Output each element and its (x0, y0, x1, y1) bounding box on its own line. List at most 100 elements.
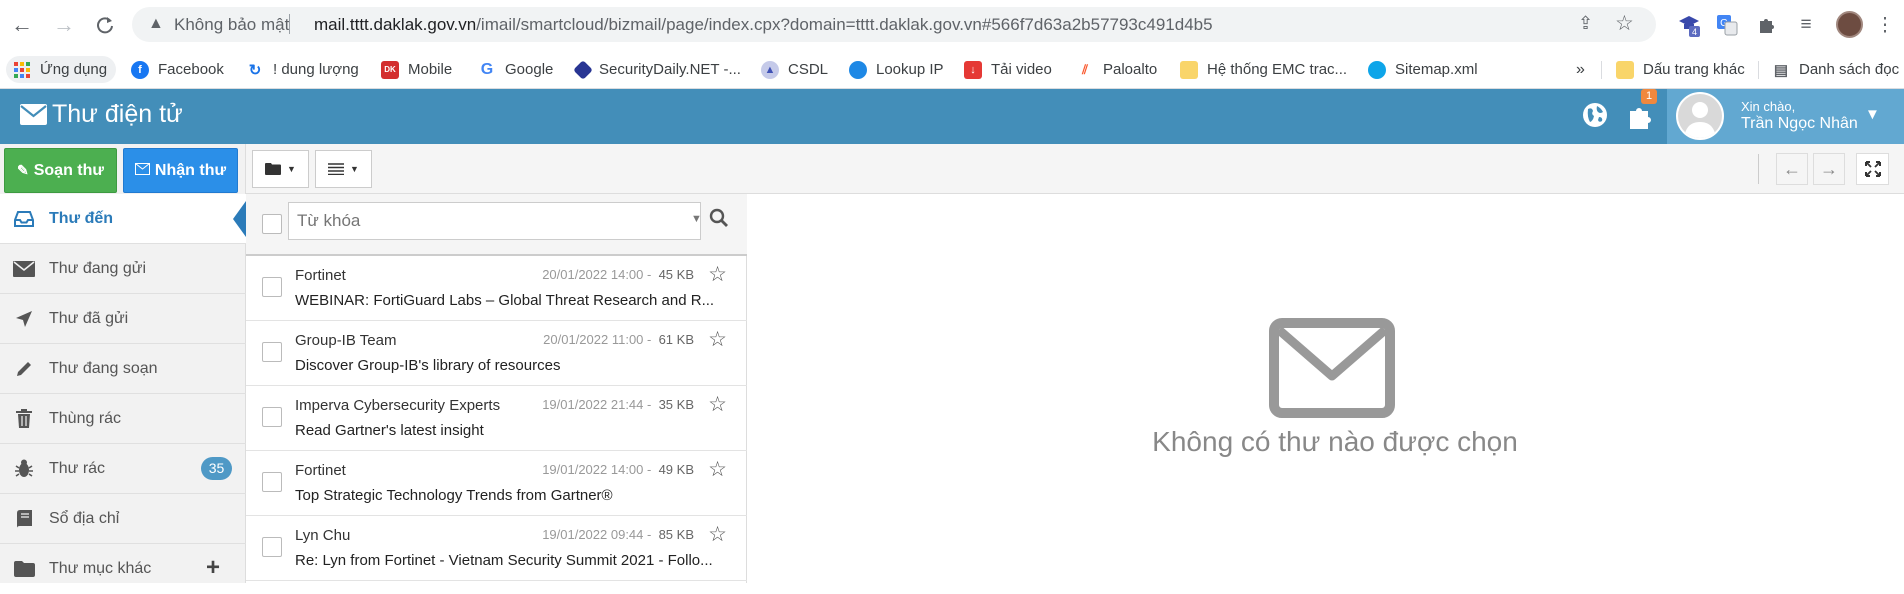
warning-triangle-icon[interactable]: ▲ (148, 15, 164, 33)
download-icon: ↓ (964, 60, 982, 79)
inbox-icon (12, 210, 36, 227)
search-input[interactable] (288, 202, 701, 240)
pencil-icon (12, 360, 36, 378)
folder-icon (265, 163, 282, 175)
plugin-puzzle-icon[interactable] (1627, 102, 1657, 132)
star-icon[interactable]: ☆ (708, 262, 727, 287)
list-view-dropdown-button[interactable]: ▼ (315, 150, 372, 188)
bookmark-emc[interactable]: Hệ thống EMC trac... (1180, 56, 1347, 83)
bookmark-mobile[interactable]: DK Mobile (381, 56, 452, 83)
edit-icon: ✎ (17, 162, 29, 178)
email-row[interactable]: Fortinet 19/01/2022 14:00 - 49 KB ☆ Top … (246, 451, 747, 516)
search-options-caret-icon[interactable]: ▼ (691, 213, 702, 225)
csdl-icon: ▲ (761, 60, 779, 79)
forward-arrow-icon[interactable]: → (51, 12, 77, 38)
bookmark-tai-video[interactable]: ↓ Tải video (964, 56, 1052, 83)
email-row[interactable]: Group-IB Team 20/01/2022 11:00 - 61 KB ☆… (246, 321, 747, 386)
bookmark-securitydaily[interactable]: SecurityDaily.NET -... (573, 56, 741, 83)
sidebar-item-trash[interactable]: Thùng rác (0, 394, 246, 444)
bookmark-dung-luong[interactable]: ↻ ! dung lượng (246, 56, 359, 83)
url-text[interactable]: mail.tttt.daklak.gov.vn/imail/smartcloud… (314, 15, 1213, 35)
bookmarks-overflow-button[interactable]: » (1576, 56, 1585, 83)
email-row[interactable]: Lyn Chu 19/01/2022 09:44 - 85 KB ☆ Re: L… (246, 516, 747, 581)
bookmark-csdl[interactable]: ▲ CSDL (761, 56, 828, 83)
search-icon[interactable] (709, 208, 729, 233)
user-menu[interactable]: Xin chào, Trần Ngọc Nhân ▼ (1667, 89, 1904, 144)
globe-icon[interactable] (1581, 101, 1609, 129)
sidebar-item-address-book[interactable]: Sổ địa chỉ (0, 494, 246, 544)
email-row[interactable]: Fortinet 20/01/2022 14:00 - 45 KB ☆ WEBI… (246, 256, 747, 321)
sidebar-item-label: Thư đang soạn (49, 359, 158, 377)
email-meta: 19/01/2022 09:44 - 85 KB (542, 527, 694, 542)
chrome-menu-icon[interactable]: ⋮ (1872, 12, 1898, 38)
reading-pane: ← → Không có thư nào được chọn (747, 144, 1904, 583)
email-checkbox[interactable] (262, 342, 282, 362)
star-icon[interactable]: ☆ (708, 327, 727, 352)
email-meta: 20/01/2022 14:00 - 45 KB (542, 267, 694, 282)
bookmarks-bar: Ứng dụng f Facebook ↻ ! dung lượng DK Mobil… (0, 50, 1904, 89)
sidebar-item-sent[interactable]: Thư đã gửi (0, 294, 246, 344)
bookmark-label: Tải video (991, 61, 1052, 78)
back-arrow-icon[interactable]: ← (9, 12, 35, 38)
next-arrow-icon[interactable]: → (1813, 153, 1845, 185)
extensions-puzzle-icon[interactable] (1754, 12, 1780, 38)
search-bar: ▼ (246, 194, 747, 256)
profile-avatar[interactable] (1836, 11, 1863, 38)
sidebar-item-spam[interactable]: Thư rác 35 (0, 444, 246, 494)
email-sender: Fortinet (295, 267, 346, 284)
bookmark-sitemap[interactable]: Sitemap.xml (1368, 56, 1478, 83)
sidebar-item-inbox[interactable]: Thư đến (0, 194, 246, 244)
email-subject: Read Gartner's latest insight (295, 422, 484, 439)
email-meta: 20/01/2022 11:00 - 61 KB (543, 332, 694, 347)
email-checkbox[interactable] (262, 277, 282, 297)
email-sender: Imperva Cybersecurity Experts (295, 397, 501, 414)
star-icon[interactable]: ☆ (708, 457, 727, 482)
email-date: 19/01/2022 21:44 - (542, 397, 652, 412)
browser-toolbar: ← → ▲ Không bảo mật mail.tttt.daklak.gov… (0, 0, 1904, 50)
not-secure-label[interactable]: Không bảo mật (174, 15, 289, 35)
compose-button[interactable]: ✎ Soạn thư (4, 148, 117, 193)
bookmark-label: Mobile (408, 61, 453, 78)
address-bar[interactable]: ▲ Không bảo mật mail.tttt.daklak.gov.vn/… (132, 7, 1656, 42)
sidebar-item-drafts[interactable]: Thư đang soạn (0, 344, 246, 394)
media-queue-icon[interactable]: ≡ (1793, 12, 1819, 38)
email-row[interactable]: Imperva Cybersecurity Experts 19/01/2022… (246, 386, 747, 451)
reading-list[interactable]: ▤ Danh sách đọc (1772, 56, 1899, 83)
sitemap-icon (1368, 60, 1386, 79)
bookmark-paloalto[interactable]: ⫽ Paloalto (1076, 56, 1157, 83)
email-checkbox[interactable] (262, 537, 282, 557)
bookmark-apps[interactable]: Ứng dụng (6, 56, 117, 83)
notification-badge: 1 (1641, 89, 1657, 104)
add-folder-icon[interactable]: + (206, 554, 220, 582)
bookmark-google[interactable]: G Google (478, 56, 554, 83)
email-subject: Re: Lyn from Fortinet - Vietnam Security… (295, 552, 713, 569)
fullscreen-icon[interactable] (1856, 153, 1889, 185)
previous-arrow-icon[interactable]: ← (1776, 153, 1808, 185)
share-icon[interactable]: ⇪ (1578, 13, 1593, 34)
bookmark-star-icon[interactable]: ☆ (1615, 11, 1634, 36)
app-title[interactable]: Thư điện tử (20, 100, 183, 129)
other-bookmarks[interactable]: Dấu trang khác (1616, 56, 1745, 83)
bookmark-label: Paloalto (1103, 61, 1158, 78)
email-checkbox[interactable] (262, 407, 282, 427)
email-checkbox[interactable] (262, 472, 282, 492)
star-icon[interactable]: ☆ (708, 522, 727, 547)
reload-icon[interactable] (92, 12, 118, 38)
bookmark-label: Lookup IP (876, 61, 944, 78)
email-sender: Fortinet (295, 462, 346, 479)
extension-hat-icon[interactable]: 4 (1676, 12, 1702, 38)
divider (1758, 61, 1759, 79)
select-all-checkbox[interactable] (262, 214, 282, 234)
bookmark-facebook[interactable]: f Facebook (131, 56, 224, 83)
receive-button[interactable]: Nhận thư (123, 148, 238, 193)
google-icon: G (480, 60, 494, 78)
sidebar-item-outbox[interactable]: Thư đang gửi (0, 244, 246, 294)
folder-icon (1180, 60, 1198, 79)
bookmark-lookup-ip[interactable]: Lookup IP (849, 56, 944, 83)
translate-icon[interactable]: G (1714, 12, 1740, 38)
star-icon[interactable]: ☆ (708, 392, 727, 417)
folder-dropdown-button[interactable]: ▼ (252, 150, 309, 188)
email-subject: WEBINAR: FortiGuard Labs – Global Threat… (295, 292, 715, 309)
globe-icon (849, 60, 867, 79)
sidebar-item-other-folders[interactable]: Thư mục khác + (0, 544, 246, 594)
